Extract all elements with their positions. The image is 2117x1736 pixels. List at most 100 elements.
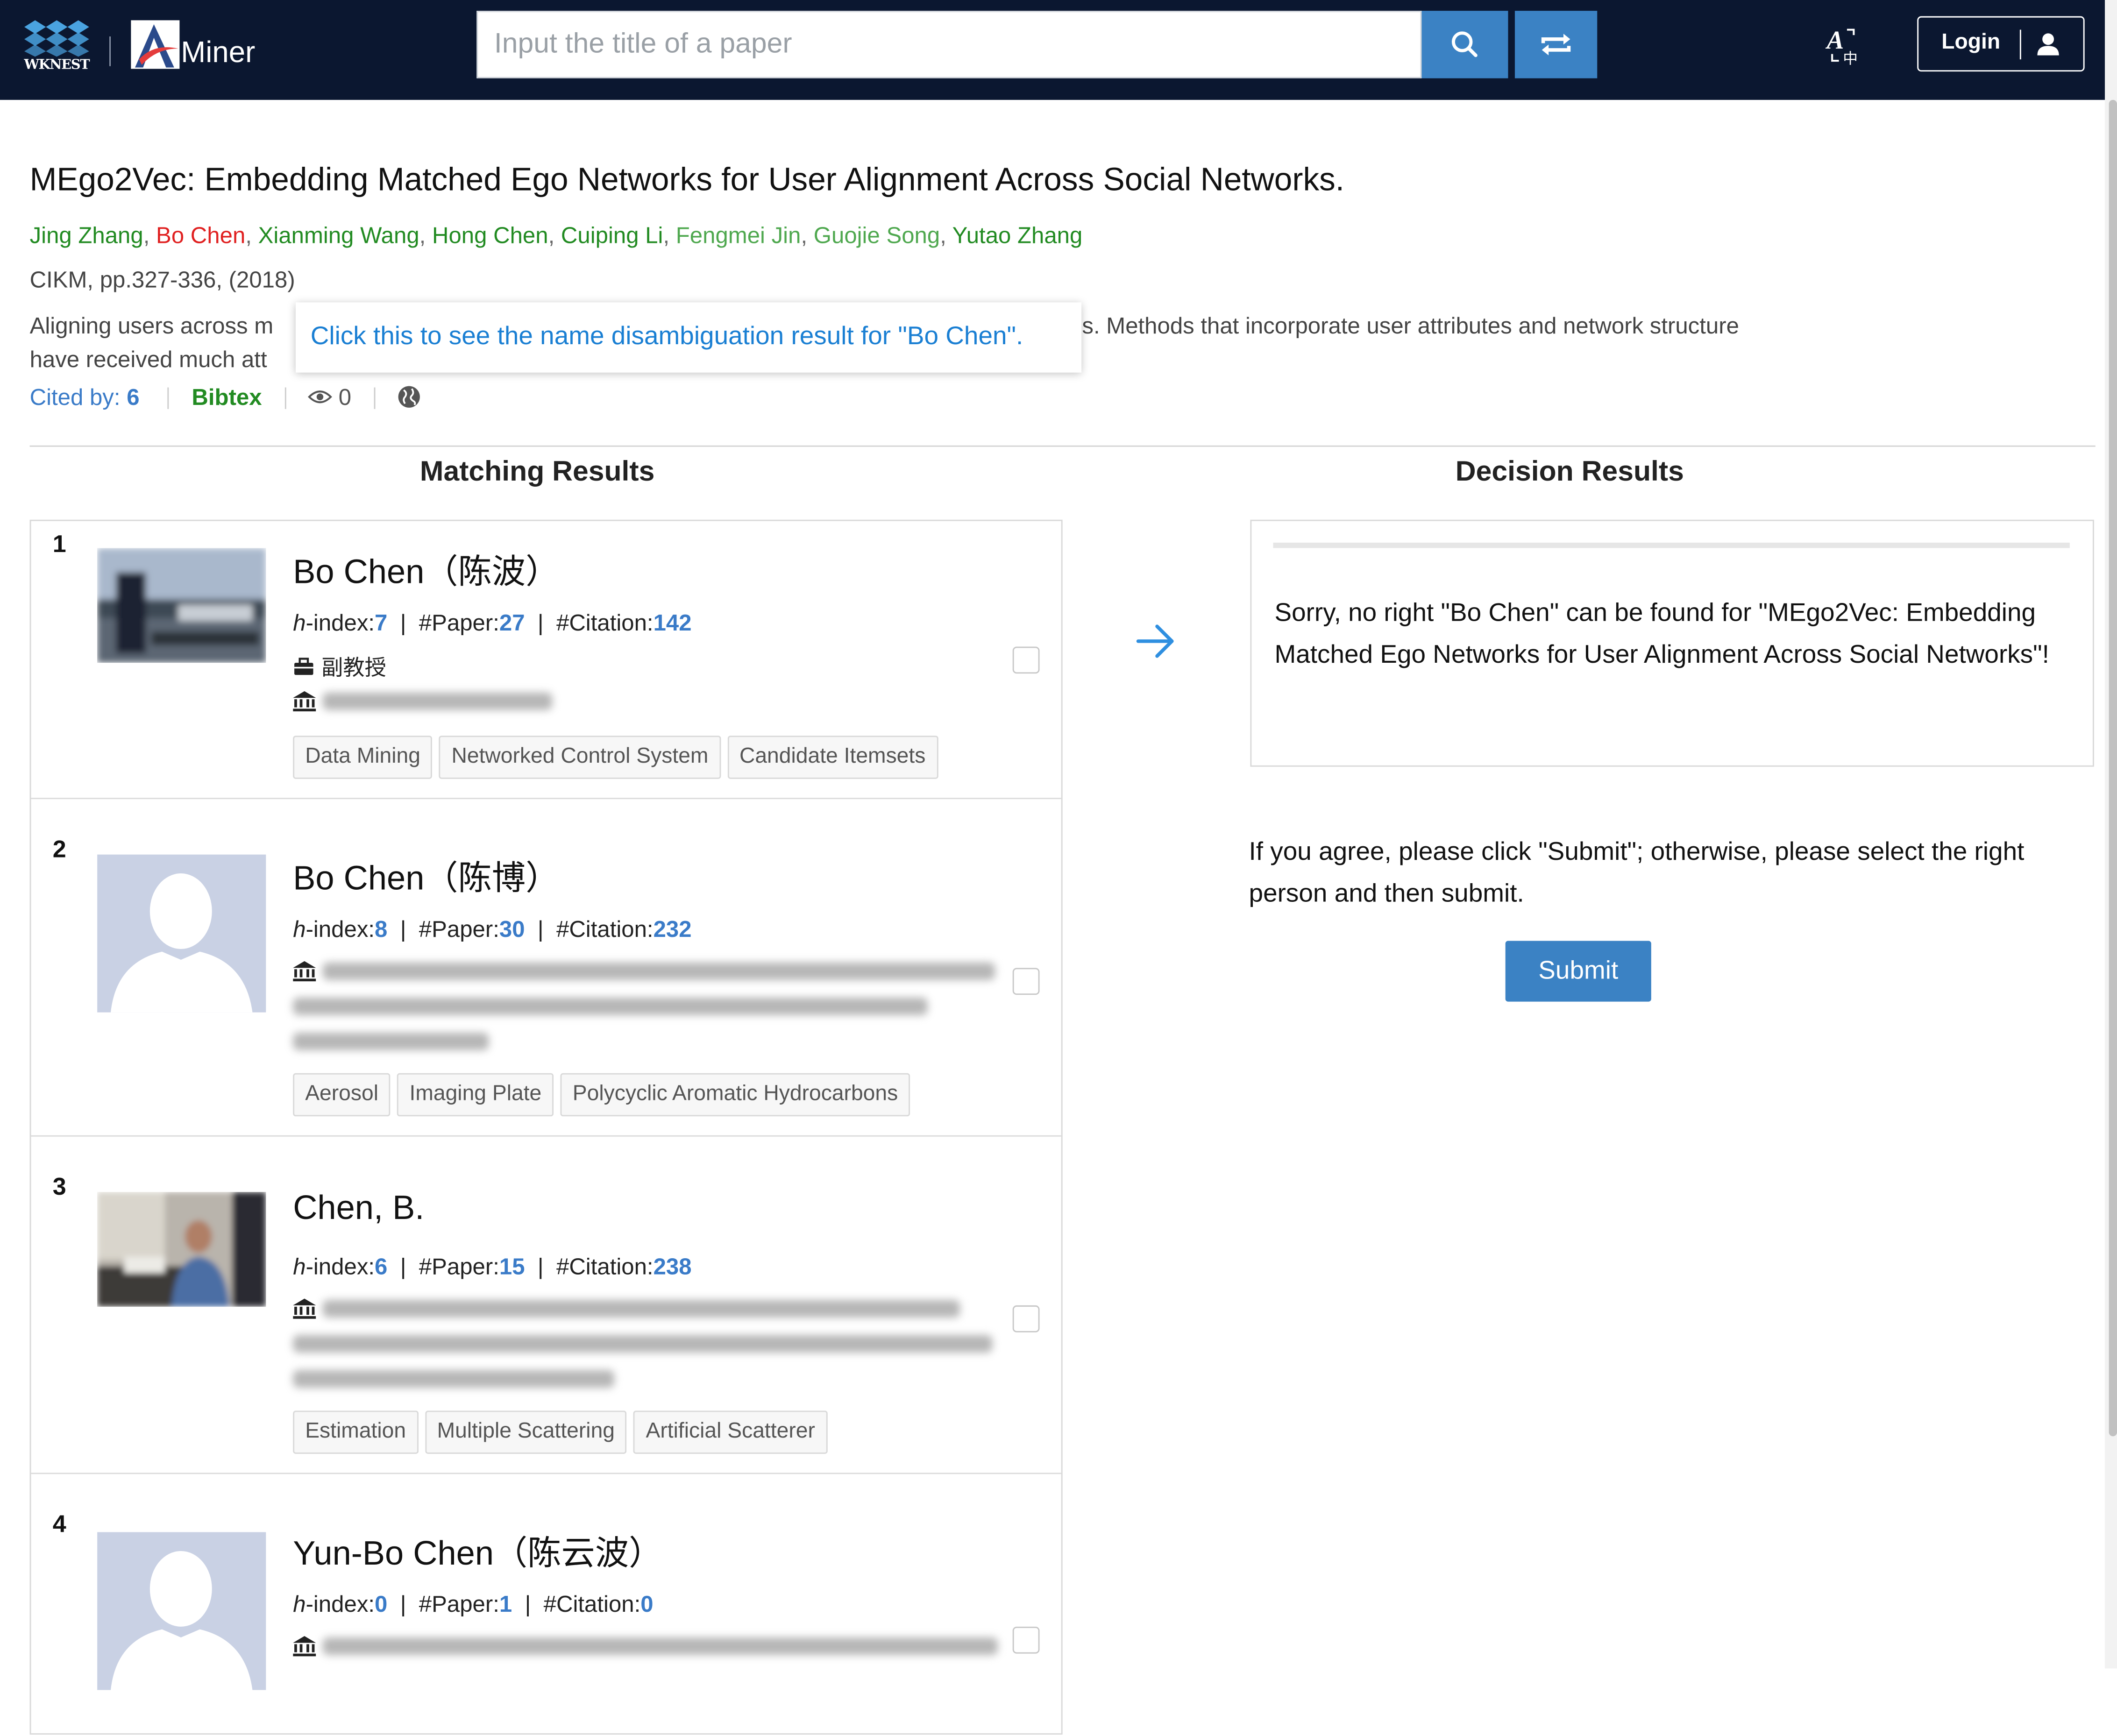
author-separator: , (801, 222, 814, 248)
section-divider (29, 445, 2096, 447)
hindex-value: 7 (375, 610, 388, 636)
institution-icon (293, 691, 316, 717)
citation-label: #Citation: (556, 916, 654, 942)
candidate-number: 4 (52, 1510, 66, 1538)
candidate-checkbox[interactable] (1012, 1305, 1040, 1332)
blurred-affiliation-line (322, 1300, 960, 1318)
cited-by-link[interactable]: Cited by: 6 (30, 385, 140, 411)
paper-count-label: #Paper: (419, 610, 499, 636)
translate-icon: A 中 (1826, 26, 1858, 67)
paper-count-label: #Paper: (419, 1591, 499, 1617)
author-link[interactable]: Bo Chen (156, 223, 245, 248)
hindex-value: 6 (375, 1254, 388, 1280)
candidate-card[interactable]: 3 Chen, B. h-index:6 | #Paper:15 | #Cita… (31, 1135, 1061, 1474)
paper-count-value: 1 (499, 1591, 512, 1617)
interest-tag[interactable]: Estimation (293, 1410, 419, 1454)
author-list: Jing Zhang, Bo Chen, Xianming Wang, Hong… (30, 223, 1083, 250)
interest-tag[interactable]: Aerosol (293, 1073, 391, 1117)
citation-label: #Citation: (556, 610, 654, 636)
default-avatar-icon[interactable] (97, 1532, 266, 1690)
candidate-checkbox[interactable] (1012, 968, 1040, 995)
aminer-logo[interactable]: Miner (129, 19, 278, 73)
arrow-right-icon (1136, 624, 1174, 658)
paper-count-label: #Paper: (419, 1254, 499, 1280)
citation-value: 238 (653, 1254, 692, 1280)
user-icon (2037, 33, 2059, 56)
author-link[interactable]: Fengmei Jin (676, 223, 801, 248)
hindex-value: 8 (375, 916, 388, 942)
matching-results-list: 1 Bo Chen（陈波） h-index:7 | #Paper:27 | #C… (29, 519, 1063, 1736)
login-button[interactable]: Login (1917, 16, 2085, 72)
login-label: Login (1941, 31, 2001, 54)
candidate-card[interactable]: 1 Bo Chen（陈波） h-index:7 | #Paper:27 | #C… (31, 521, 1061, 800)
candidate-name[interactable]: Yun-Bo Chen（陈云波） (293, 1527, 662, 1575)
candidate-card[interactable]: 2 Bo Chen（陈博） h-index:8 | #Paper:30 | #C… (31, 798, 1061, 1137)
disambiguation-tooltip[interactable]: Click this to see the name disambiguatio… (295, 302, 1082, 373)
interest-tag[interactable]: Polycyclic Aromatic Hydrocarbons (560, 1073, 910, 1117)
interest-tag[interactable]: Candidate Itemsets (727, 736, 938, 779)
paper-title-search-input[interactable]: Input the title of a paper (476, 11, 1422, 78)
author-separator: , (663, 222, 676, 248)
blurred-affiliation-line (293, 1370, 615, 1388)
submit-button[interactable]: Submit (1505, 941, 1651, 1002)
language-toggle-button[interactable]: A 中 (1820, 21, 1874, 67)
interest-tag[interactable]: Networked Control System (439, 736, 721, 779)
hindex-h: h (293, 1591, 306, 1617)
author-link[interactable]: Yutao Zhang (952, 223, 1083, 248)
candidate-photo[interactable] (97, 548, 266, 663)
blurred-affiliation-line (322, 692, 553, 710)
candidate-stats: h-index:7 | #Paper:27 | #Citation:142 (293, 610, 692, 636)
bibtex-link[interactable]: Bibtex (192, 385, 262, 412)
submit-instruction: If you agree, please click "Submit"; oth… (1249, 838, 2025, 908)
decision-message: Sorry, no right "Bo Chen" can be found f… (1274, 599, 2049, 669)
candidate-stats: h-index:0 | #Paper:1 | #Citation:0 (293, 1591, 654, 1617)
view-count-value: 0 (338, 384, 352, 411)
interest-tag[interactable]: Imaging Plate (397, 1073, 554, 1117)
interest-tag[interactable]: Artificial Scatterer (633, 1410, 827, 1454)
author-link[interactable]: Jing Zhang (30, 223, 143, 248)
blurred-affiliation-line (322, 962, 995, 980)
briefcase-icon (294, 658, 313, 675)
search-button[interactable] (1421, 11, 1508, 78)
hindex-label: -index: (305, 610, 375, 636)
citation-label: #Citation: (556, 1254, 654, 1280)
author-separator: , (245, 222, 258, 248)
hindex-label: -index: (305, 916, 375, 942)
candidate-name[interactable]: Bo Chen（陈博） (293, 852, 559, 900)
paper-title: MEgo2Vec: Embedding Matched Ego Networks… (29, 162, 1345, 198)
scrollbar-thumb[interactable] (2109, 99, 2117, 1437)
globe-icon[interactable] (397, 385, 421, 413)
aminer-logo-text: Miner (181, 35, 256, 69)
interest-tag[interactable]: Multiple Scattering (425, 1410, 627, 1454)
author-separator: , (940, 222, 952, 248)
top-navbar: WKNEST Miner Input the title of a paper (0, 0, 2105, 100)
candidate-checkbox[interactable] (1012, 646, 1040, 674)
author-link[interactable]: Cuiping Li (561, 223, 663, 248)
candidate-affiliation-blurred (293, 1370, 615, 1405)
paper-count-value: 15 (499, 1254, 525, 1280)
candidate-checkbox[interactable] (1012, 1626, 1040, 1654)
candidate-name[interactable]: Chen, B. (293, 1189, 424, 1228)
paper-count-value: 30 (499, 916, 525, 942)
citation-value: 0 (640, 1591, 654, 1617)
author-link[interactable]: Guojie Song (814, 223, 940, 248)
candidate-photo[interactable] (97, 1192, 266, 1307)
candidate-card[interactable]: 4 Yun-Bo Chen（陈云波） h-index:0 | #Paper:1 … (31, 1473, 1061, 1736)
wknest-logo[interactable]: WKNEST (21, 19, 92, 73)
author-link[interactable]: Xianming Wang (258, 223, 419, 248)
eye-icon (308, 390, 332, 404)
author-separator: , (143, 222, 156, 248)
candidate-affiliation-blurred (293, 997, 928, 1033)
switch-search-mode-button[interactable] (1514, 11, 1598, 78)
citation-value: 142 (653, 610, 692, 636)
decision-result-box: Sorry, no right "Bo Chen" can be found f… (1250, 519, 2094, 767)
interest-tag[interactable]: Data Mining (293, 736, 433, 779)
author-link[interactable]: Hong Chen (432, 223, 548, 248)
paper-meta-row: Cited by: 6 Bibtex 0 (30, 385, 420, 415)
candidate-name[interactable]: Bo Chen（陈波） (293, 546, 559, 594)
cited-by-label: Cited by: (29, 384, 121, 411)
default-avatar-icon[interactable] (97, 854, 266, 1013)
candidate-stats: h-index:6 | #Paper:15 | #Citation:238 (293, 1254, 692, 1280)
search-icon (1451, 31, 1478, 57)
swap-icon (1541, 34, 1571, 56)
